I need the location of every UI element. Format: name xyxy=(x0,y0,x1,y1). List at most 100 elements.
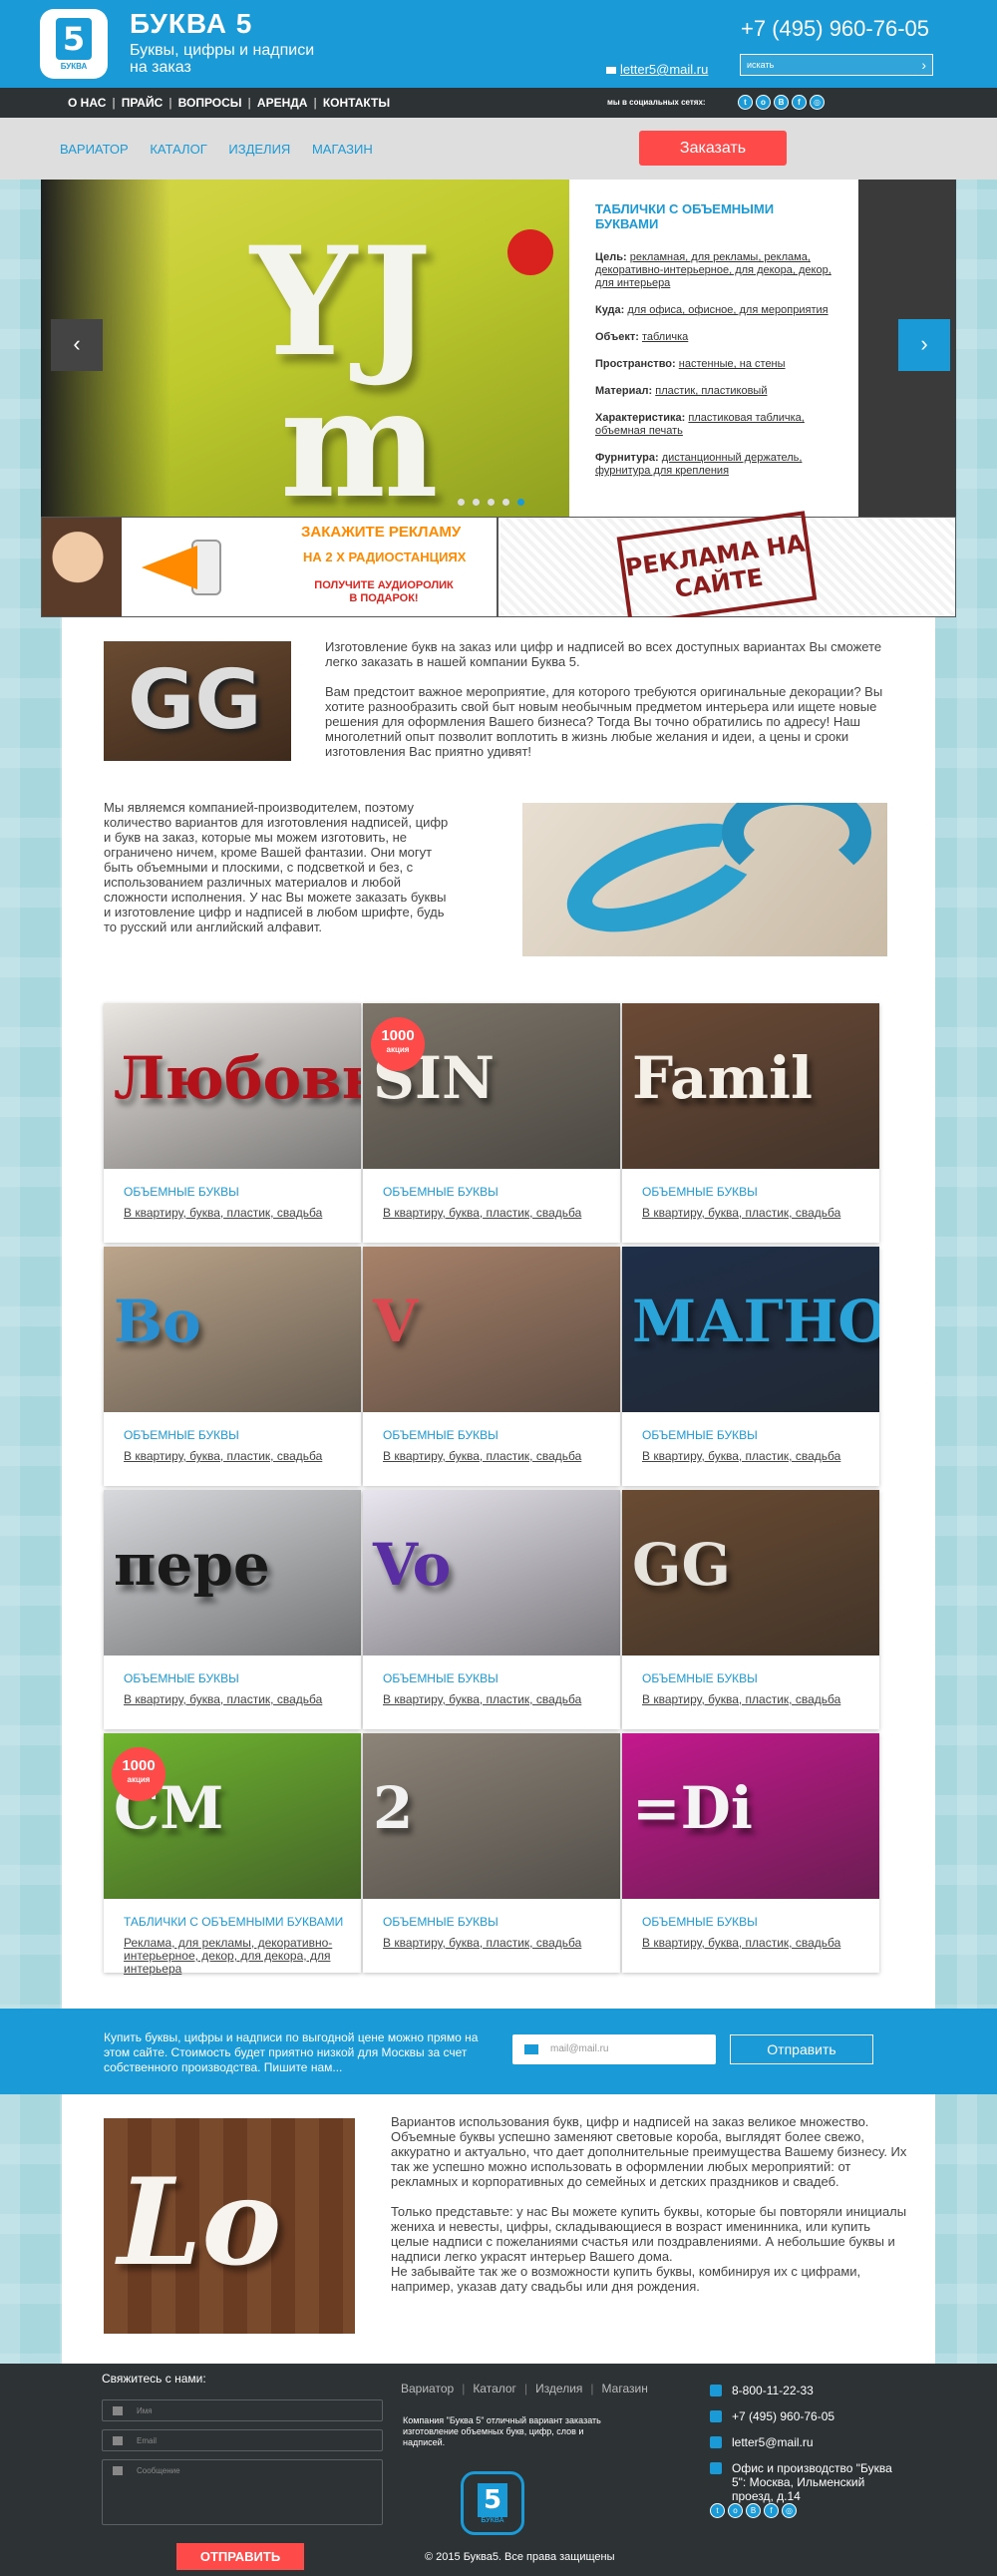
product-image[interactable]: =Di xyxy=(622,1733,879,1899)
nav-item-price[interactable]: ПРАЙС xyxy=(116,96,169,110)
slider-dot[interactable] xyxy=(473,499,480,506)
product-tags-links[interactable]: В квартиру, буква, пластик, свадьба xyxy=(124,1692,322,1706)
vk-icon[interactable]: B xyxy=(746,2503,761,2518)
search-input[interactable]: искать › xyxy=(740,54,933,76)
product-category[interactable]: ОБЪЕМНЫЕ БУКВЫ xyxy=(383,1428,498,1442)
twitter-icon[interactable]: t xyxy=(710,2503,725,2518)
product-tags-links[interactable]: В квартиру, буква, пластик, свадьба xyxy=(383,1449,581,1463)
facebook-icon[interactable]: f xyxy=(792,95,807,110)
product-card[interactable]: SIN 1000 акция ОБЪЕМНЫЕ БУКВЫ В квартиру, бу… xyxy=(363,1003,620,1243)
product-card[interactable]: GG ОБЪЕМНЫЕ БУКВЫ В квартиру, буква, пласт… xyxy=(622,1490,879,1729)
footer-logo[interactable]: 5 БУКВА xyxy=(461,2471,524,2535)
radio-ad-banner[interactable]: ЗАКАЖИТЕ РЕКЛАМУ НА 2 Х РАДИОСТАНЦИЯХ ПО… xyxy=(42,518,498,616)
odnoklassniki-icon[interactable]: o xyxy=(728,2503,743,2518)
slider-next-button[interactable]: › xyxy=(898,319,950,371)
product-category[interactable]: ОБЪЕМНЫЕ БУКВЫ xyxy=(642,1428,758,1442)
product-category[interactable]: ОБЪЕМНЫЕ БУКВЫ xyxy=(124,1671,239,1685)
product-image[interactable]: 2 xyxy=(363,1733,620,1899)
product-tags-links[interactable]: В квартиру, буква, пластик, свадьба xyxy=(124,1449,322,1463)
footer-link-catalog[interactable]: Каталог xyxy=(473,2382,516,2395)
slide-row: Фурнитура: дистанционный держатель, фурн… xyxy=(595,452,803,477)
product-tags-links[interactable]: В квартиру, буква, пластик, свадьба xyxy=(383,1206,581,1220)
product-tags-links[interactable]: В квартиру, буква, пластик, свадьба xyxy=(124,1206,322,1220)
product-category[interactable]: ОБЪЕМНЫЕ БУКВЫ xyxy=(124,1185,239,1199)
product-image[interactable]: CM 1000 акция xyxy=(104,1733,361,1899)
slider-prev-button[interactable]: ‹ xyxy=(51,319,103,371)
product-tags-links[interactable]: В квартиру, буква, пластик, свадьба xyxy=(642,1936,840,1950)
cat-catalog[interactable]: КАТАЛОГ xyxy=(150,142,206,157)
product-category[interactable]: ОБЪЕМНЫЕ БУКВЫ xyxy=(124,1428,239,1442)
nav-item-about[interactable]: О НАС xyxy=(62,96,112,110)
instagram-icon[interactable]: ◎ xyxy=(782,2503,797,2518)
product-category[interactable]: ОБЪЕМНЫЕ БУКВЫ xyxy=(383,1915,498,1929)
footer-links: Вариатор | Каталог | Изделия | Магазин xyxy=(401,2382,648,2395)
product-card[interactable]: CM 1000 акция ТАБЛИЧКИ С ОБЪЕМНЫМИ БУКВАМИ Р… xyxy=(104,1733,361,1976)
product-image[interactable]: Bo xyxy=(104,1247,361,1412)
product-tags-links[interactable]: В квартиру, буква, пластик, свадьба xyxy=(383,1692,581,1706)
slider-dot[interactable] xyxy=(458,499,465,506)
product-image[interactable]: Famil xyxy=(622,1003,879,1169)
product-image[interactable]: SIN 1000 акция xyxy=(363,1003,620,1169)
product-category[interactable]: ТАБЛИЧКИ С ОБЪЕМНЫМИ БУКВАМИ xyxy=(124,1915,343,1929)
product-image[interactable]: МАГНО xyxy=(622,1247,879,1412)
footer-message-textarea[interactable]: Сообщение xyxy=(102,2459,383,2525)
product-card[interactable]: Famil ОБЪЕМНЫЕ БУКВЫ В квартиру, буква, пл… xyxy=(622,1003,879,1243)
slider-dot-active[interactable] xyxy=(517,499,524,506)
cat-products[interactable]: ИЗДЕЛИЯ xyxy=(228,142,290,157)
footer-send-button[interactable]: ОТПРАВИТЬ xyxy=(176,2543,304,2570)
nav-item-rent[interactable]: АРЕНДА xyxy=(251,96,314,110)
product-tags-links[interactable]: Реклама, для рекламы, декоративно-интерь… xyxy=(124,1936,332,1976)
cat-shop[interactable]: МАГАЗИН xyxy=(312,142,373,157)
product-image[interactable]: V xyxy=(363,1247,620,1412)
footer-phone-1[interactable]: 8-800-11-22-33 xyxy=(732,2384,814,2397)
footer-phone-2[interactable]: +7 (495) 960-76-05 xyxy=(732,2409,834,2423)
facebook-icon[interactable]: f xyxy=(764,2503,779,2518)
nav-item-contacts[interactable]: КОНТАКТЫ xyxy=(317,96,396,110)
search-arrow-icon[interactable]: › xyxy=(921,58,926,72)
product-category[interactable]: ОБЪЕМНЫЕ БУКВЫ xyxy=(642,1671,758,1685)
product-tags-links[interactable]: В квартиру, буква, пластик, свадьба xyxy=(383,1936,581,1950)
product-tags-links[interactable]: В квартиру, буква, пластик, свадьба xyxy=(642,1206,840,1220)
footer-name-input[interactable]: Имя xyxy=(102,2399,383,2421)
product-category[interactable]: ОБЪЕМНЫЕ БУКВЫ xyxy=(383,1185,498,1199)
cat-variator[interactable]: ВАРИАТОР xyxy=(60,142,129,157)
product-card[interactable]: =Di ОБЪЕМНЫЕ БУКВЫ В квартиру, буква, плас… xyxy=(622,1733,879,1973)
footer-link-variator[interactable]: Вариатор xyxy=(401,2382,454,2395)
product-card[interactable]: пере ОБЪЕМНЫЕ БУКВЫ В квартиру, буква, пла… xyxy=(104,1490,361,1729)
twitter-icon[interactable]: t xyxy=(738,95,753,110)
vk-icon[interactable]: B xyxy=(774,95,789,110)
footer-email-input[interactable]: Email xyxy=(102,2429,383,2451)
product-image[interactable]: Любовь xyxy=(104,1003,361,1169)
product-card[interactable]: Bo ОБЪЕМНЫЕ БУКВЫ В квартиру, буква, пласт… xyxy=(104,1247,361,1486)
footer-link-products[interactable]: Изделия xyxy=(535,2382,582,2395)
header-email[interactable]: letter5@mail.ru xyxy=(606,62,708,77)
instagram-icon[interactable]: ◎ xyxy=(810,95,825,110)
product-tags-links[interactable]: В квартиру, буква, пластик, свадьба xyxy=(642,1692,840,1706)
odnoklassniki-icon[interactable]: o xyxy=(756,95,771,110)
footer-link-shop[interactable]: Магазин xyxy=(602,2382,648,2395)
nav-item-questions[interactable]: ВОПРОСЫ xyxy=(172,96,248,110)
slider-dot[interactable] xyxy=(488,499,495,506)
product-card[interactable]: V ОБЪЕМНЫЕ БУКВЫ В квартиру, буква, пласти… xyxy=(363,1247,620,1486)
product-card[interactable]: МАГНО ОБЪЕМНЫЕ БУКВЫ В квартиру, буква, пл… xyxy=(622,1247,879,1486)
subscribe-email-input[interactable]: mail@mail.ru xyxy=(512,2034,716,2064)
usage-section: Lo Вариантов использования букв, цифр и … xyxy=(62,2094,935,2364)
product-tags-links[interactable]: В квартиру, буква, пластик, свадьба xyxy=(642,1449,840,1463)
product-card[interactable]: 2 ОБЪЕМНЫЕ БУКВЫ В квартиру, буква, пласти… xyxy=(363,1733,620,1973)
order-button[interactable]: Заказать xyxy=(639,131,787,166)
footer-email[interactable]: letter5@mail.ru xyxy=(732,2435,814,2449)
site-ad-banner[interactable]: РЕКЛАМА НА САЙТЕ xyxy=(500,511,955,626)
subscribe-send-button[interactable]: Отправить xyxy=(730,2034,873,2064)
product-card[interactable]: Любовь ОБЪЕМНЫЕ БУКВЫ В квартиру, буква, п… xyxy=(104,1003,361,1243)
product-category[interactable]: ОБЪЕМНЫЕ БУКВЫ xyxy=(642,1915,758,1929)
product-image[interactable]: Vo xyxy=(363,1490,620,1656)
product-card[interactable]: Vo ОБЪЕМНЫЕ БУКВЫ В квартиру, буква, пласт… xyxy=(363,1490,620,1729)
header-phone[interactable]: +7 (495) 960-76-05 xyxy=(741,16,929,42)
slider-dot[interactable] xyxy=(502,499,509,506)
product-category[interactable]: ОБЪЕМНЫЕ БУКВЫ xyxy=(642,1185,758,1199)
product-image[interactable]: пере xyxy=(104,1490,361,1656)
product-category[interactable]: ОБЪЕМНЫЕ БУКВЫ xyxy=(383,1671,498,1685)
product-image[interactable]: GG xyxy=(622,1490,879,1656)
footer: Свяжитесь с нами: Имя Email Сообщение ОТ… xyxy=(0,2364,997,2576)
logo[interactable]: 5 БУКВА xyxy=(40,9,108,79)
